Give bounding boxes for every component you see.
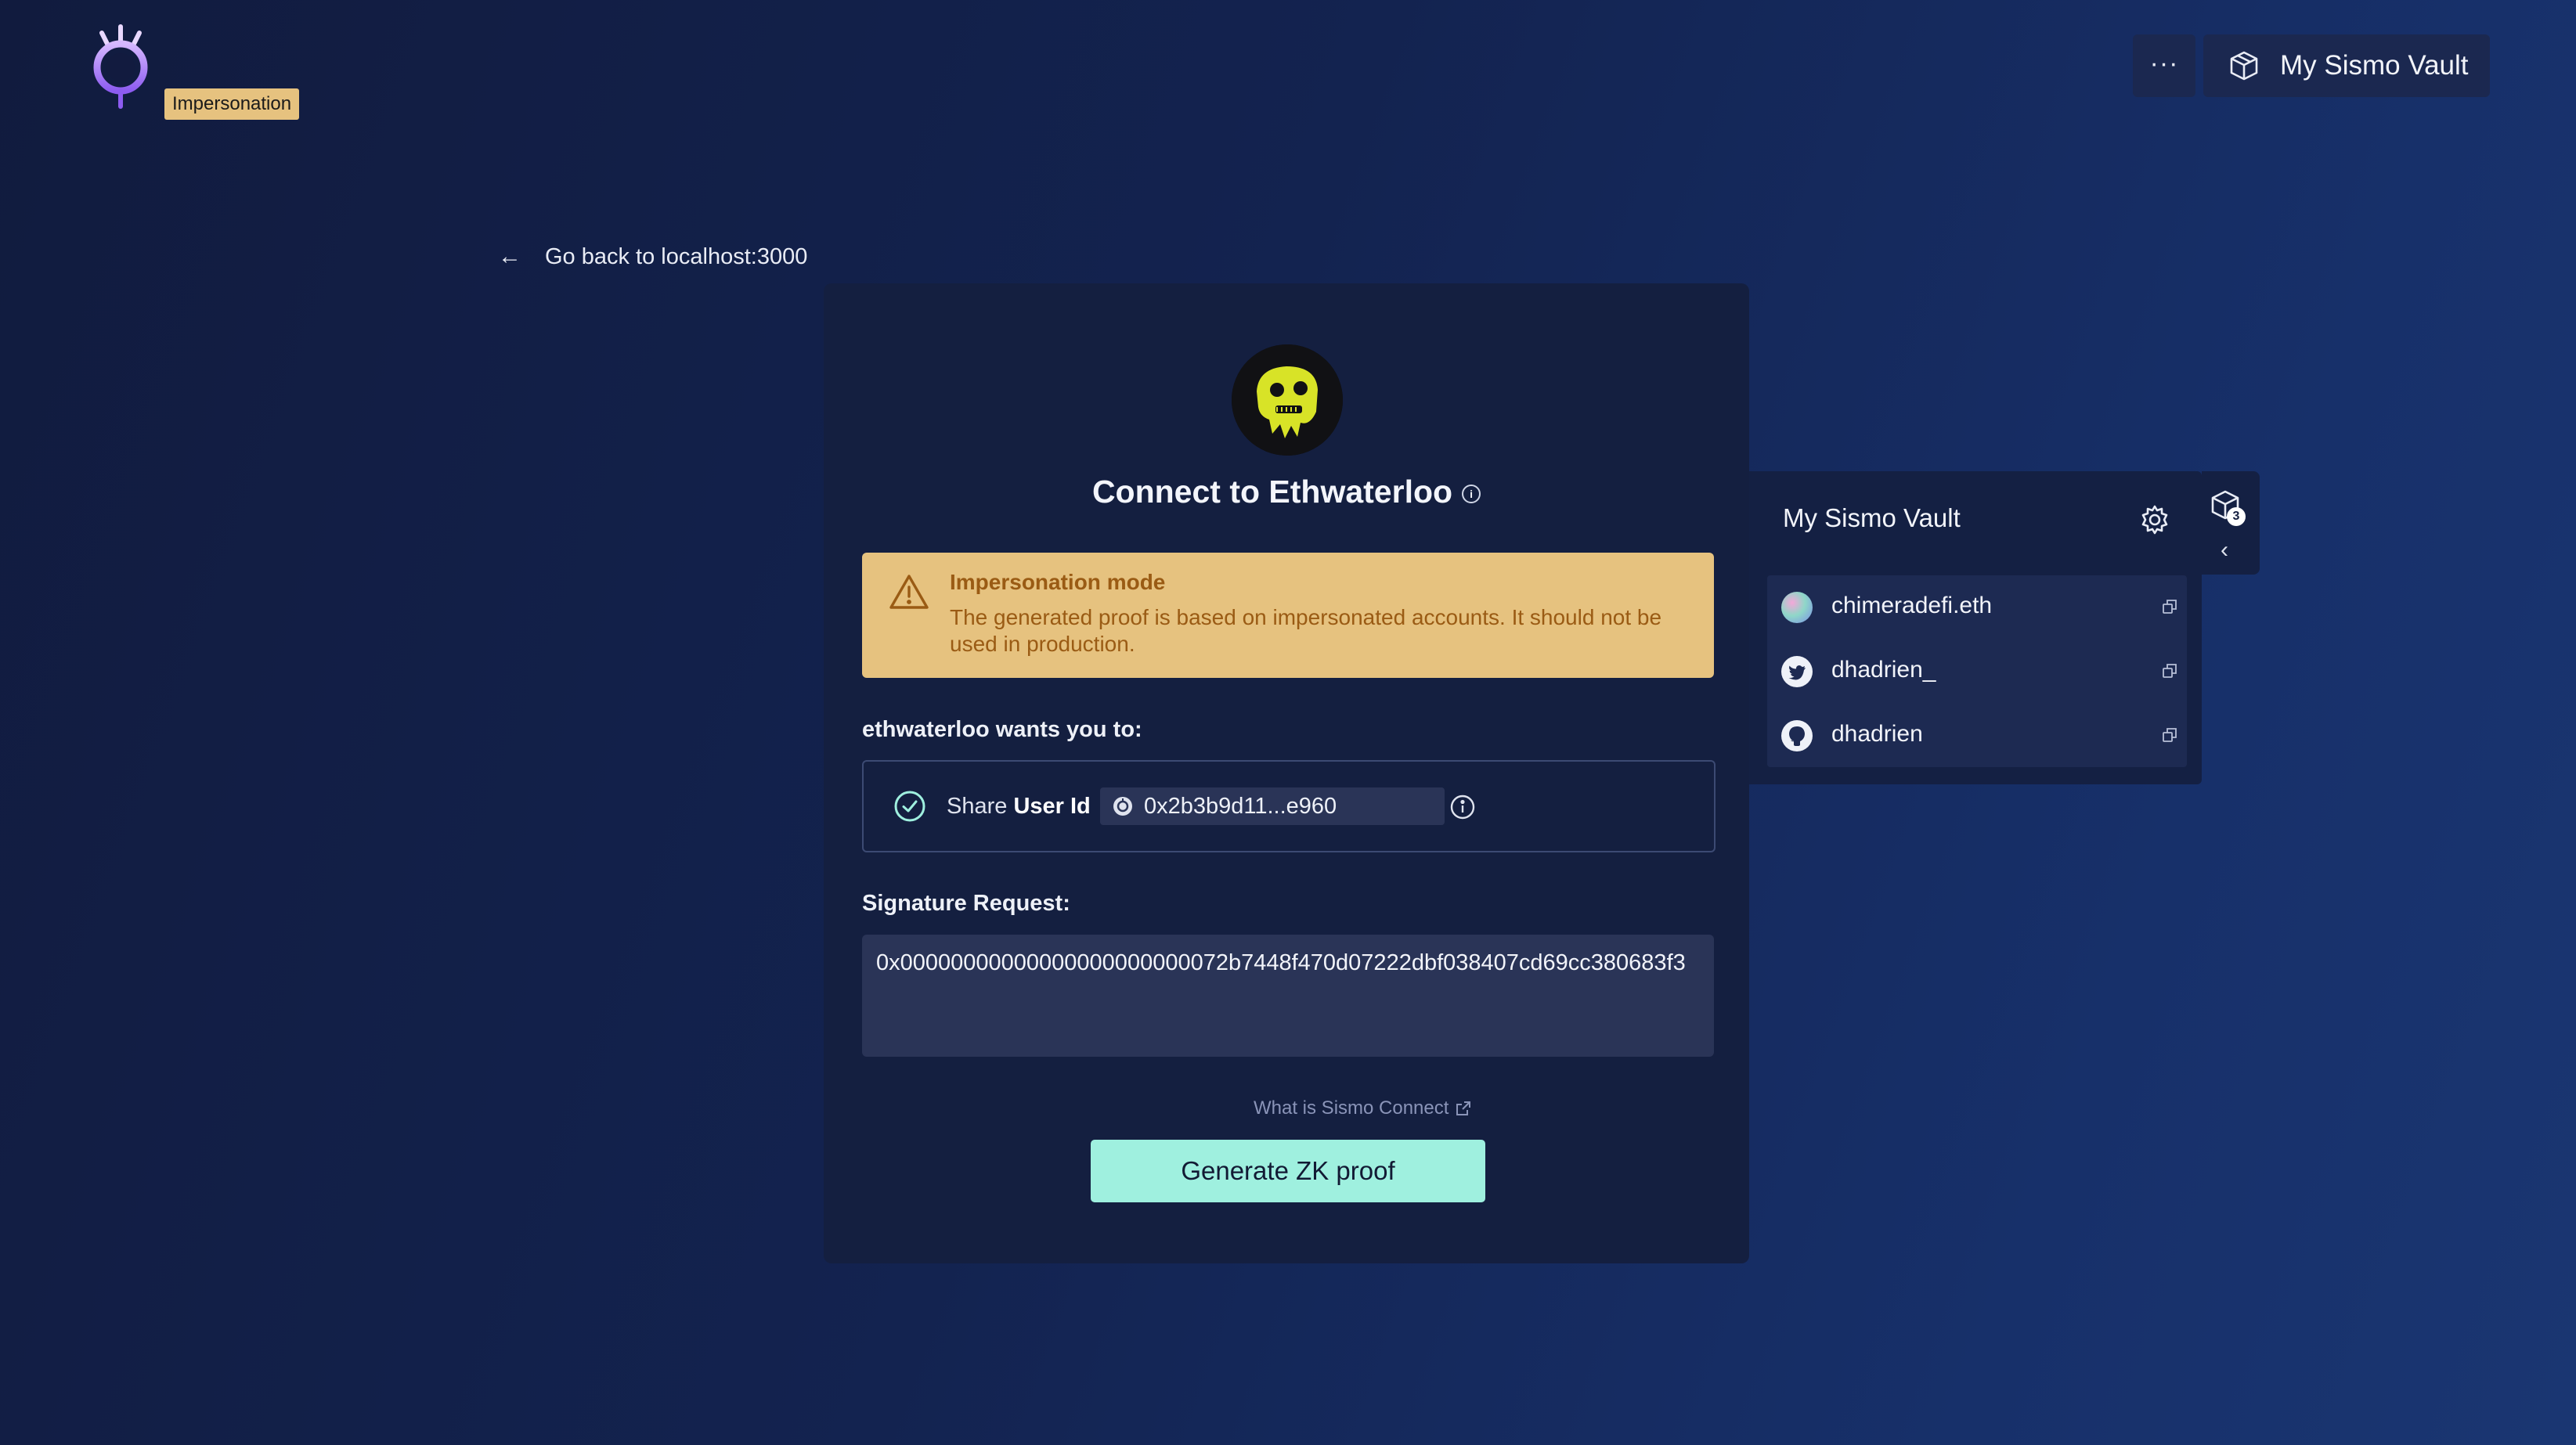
what-is-link-label: What is Sismo Connect: [1254, 1097, 1449, 1119]
github-icon: [1781, 720, 1813, 751]
sismo-logo[interactable]: [81, 23, 160, 110]
what-is-sismo-connect-link[interactable]: What is Sismo Connect: [1254, 1097, 1472, 1119]
share-label: Share User Id: [947, 790, 1091, 823]
signature-value: 0x00000000000000000000000072b7448f470d07…: [876, 950, 1686, 975]
copy-icon[interactable]: [2162, 663, 2177, 679]
user-id-info-icon[interactable]: [1449, 794, 1476, 820]
account-name: chimeradefi.eth: [1831, 593, 1993, 618]
copy-icon[interactable]: [2162, 599, 2177, 614]
vault-box-icon: [2227, 49, 2261, 83]
impersonation-badge: Impersonation: [164, 88, 300, 120]
vault-count-badge: 3: [2227, 507, 2246, 526]
wants-label: ethwaterloo wants you to:: [862, 717, 1142, 742]
share-prefix: Share: [947, 794, 1008, 819]
account-row[interactable]: dhadrien_: [1767, 640, 2187, 704]
my-vault-button[interactable]: My Sismo Vault: [2203, 34, 2490, 97]
generate-zk-proof-button[interactable]: Generate ZK proof: [1091, 1140, 1485, 1202]
account-name: dhadrien: [1831, 721, 1923, 747]
go-back-link[interactable]: ← Go back to localhost:3000: [498, 240, 807, 274]
warning-title: Impersonation mode: [950, 570, 1166, 594]
copy-icon[interactable]: [2162, 727, 2177, 743]
warning-text: The generated proof is based on imperson…: [950, 605, 1662, 656]
vault-id-icon: [1113, 796, 1133, 816]
twitter-icon: [1781, 656, 1813, 687]
more-options-button[interactable]: ···: [2133, 34, 2195, 97]
external-link-icon: [1456, 1101, 1471, 1115]
check-circle-icon: [893, 790, 926, 823]
signature-field[interactable]: 0x00000000000000000000000072b7448f470d07…: [862, 935, 1714, 1057]
signature-label: Signature Request:: [862, 891, 1070, 916]
account-row[interactable]: chimeradefi.eth: [1767, 575, 2187, 640]
info-icon[interactable]: i: [1462, 485, 1481, 504]
warning-icon: [889, 573, 929, 611]
vault-account-list: chimeradefi.eth dhadrien_ dhadrien: [1767, 575, 2187, 767]
user-id-chip: 0x2b3b9d11...e960: [1100, 787, 1445, 825]
impersonation-warning: Impersonation mode The generated proof i…: [862, 553, 1714, 678]
connect-title: Connect to Ethwaterloo i: [824, 474, 1749, 510]
ethereum-avatar-icon: [1781, 592, 1813, 623]
user-id-value: 0x2b3b9d11...e960: [1144, 793, 1337, 819]
my-vault-label: My Sismo Vault: [2280, 50, 2469, 81]
connect-title-text: Connect to Ethwaterloo: [1091, 474, 1453, 510]
share-user-id-request: Share User Id 0x2b3b9d11...e960: [862, 760, 1716, 852]
share-item: User Id: [1013, 794, 1091, 819]
app-avatar: [1232, 344, 1343, 456]
account-row[interactable]: dhadrien: [1767, 704, 2187, 768]
settings-gear-icon[interactable]: [2139, 504, 2170, 535]
account-name: dhadrien_: [1831, 657, 1936, 683]
chevron-left-icon[interactable]: ‹: [2221, 537, 2228, 564]
arrow-left-icon: ←: [498, 243, 521, 269]
vault-panel-title: My Sismo Vault: [1783, 503, 1961, 532]
go-back-label: Go back to localhost:3000: [545, 243, 808, 269]
